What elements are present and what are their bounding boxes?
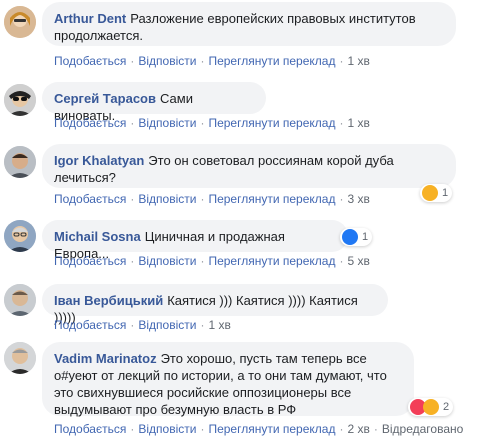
- avatar[interactable]: [4, 84, 36, 116]
- comment-bubble: Michail Sosna Циничная и продажная Европа…: [42, 220, 348, 261]
- comment-bubble: Сергей Тарасов Сами виноваты.: [42, 82, 266, 123]
- like-link[interactable]: Подобається: [54, 254, 126, 268]
- comment-author[interactable]: Vadim Marinatoz: [54, 351, 157, 366]
- comment-time[interactable]: 1 хв: [347, 116, 369, 130]
- comment-author[interactable]: Іван Вербицький: [54, 293, 163, 308]
- reply-link[interactable]: Відповісти: [138, 54, 196, 68]
- comment-author[interactable]: Michail Sosna: [54, 229, 141, 244]
- like-link[interactable]: Подобається: [54, 422, 126, 436]
- comment-time[interactable]: 2 хв: [347, 422, 369, 436]
- comment-author[interactable]: Arthur Dent: [54, 11, 126, 26]
- comment-bubble: Іван Вербицький Каятися ))) Каятися )))) …: [42, 284, 388, 325]
- avatar[interactable]: [4, 342, 36, 374]
- avatar[interactable]: [4, 146, 36, 178]
- reaction-count: 1: [362, 231, 369, 243]
- comment-actions: Подобається · Відповісти · 1 хв: [54, 318, 231, 332]
- like-link[interactable]: Подобається: [54, 192, 126, 206]
- see-translation-link[interactable]: Переглянути переклад: [208, 422, 335, 436]
- haha-icon: [422, 185, 438, 201]
- reactions-summary[interactable]: 2: [408, 398, 454, 416]
- comment-time[interactable]: 1 хв: [208, 318, 230, 332]
- see-translation-link[interactable]: Переглянути переклад: [208, 192, 335, 206]
- like-link[interactable]: Подобається: [54, 116, 126, 130]
- reply-link[interactable]: Відповісти: [138, 192, 196, 206]
- see-translation-link[interactable]: Переглянути переклад: [208, 116, 335, 130]
- see-translation-link[interactable]: Переглянути переклад: [208, 54, 335, 68]
- reaction-count: 1: [442, 187, 449, 199]
- reaction-count: 2: [443, 401, 450, 413]
- reactions-summary[interactable]: 1: [340, 228, 373, 246]
- comment-time[interactable]: 3 хв: [347, 192, 369, 206]
- comment-actions: Подобається · Відповісти · Переглянути перек…: [54, 192, 370, 206]
- reactions-summary[interactable]: 1: [420, 184, 453, 202]
- avatar[interactable]: [4, 220, 36, 252]
- comment-time[interactable]: 5 хв: [347, 254, 369, 268]
- reply-link[interactable]: Відповісти: [138, 422, 196, 436]
- like-link[interactable]: Подобається: [54, 318, 126, 332]
- like-link[interactable]: Подобається: [54, 54, 126, 68]
- avatar[interactable]: [4, 6, 36, 38]
- comment-actions: Подобається · Відповісти · Переглянути перек…: [54, 116, 370, 130]
- comment-actions: Подобається · Відповісти · Переглянути перек…: [54, 54, 370, 68]
- comment-actions: Подобається · Відповісти · Переглянути перек…: [54, 422, 464, 436]
- comment-bubble: Arthur Dent Разложение европейских правов…: [42, 2, 456, 46]
- comment-time[interactable]: 1 хв: [347, 54, 369, 68]
- avatar[interactable]: [4, 284, 36, 316]
- like-icon: [342, 229, 358, 245]
- reply-link[interactable]: Відповісти: [138, 318, 196, 332]
- comment-bubble: Vadim Marinatoz Это хорошо, пусть там теп…: [42, 342, 414, 417]
- comment-author[interactable]: Igor Khalatyan: [54, 153, 144, 168]
- comment-author[interactable]: Сергей Тарасов: [54, 91, 156, 106]
- haha-icon: [423, 399, 439, 415]
- comment-actions: Подобається · Відповісти · Переглянути перек…: [54, 254, 370, 268]
- reply-link[interactable]: Відповісти: [138, 116, 196, 130]
- edited-label[interactable]: Відредаговано: [382, 422, 463, 436]
- comment-bubble: Igor Khalatyan Это он советовал россиянам…: [42, 144, 456, 188]
- reply-link[interactable]: Відповісти: [138, 254, 196, 268]
- see-translation-link[interactable]: Переглянути переклад: [208, 254, 335, 268]
